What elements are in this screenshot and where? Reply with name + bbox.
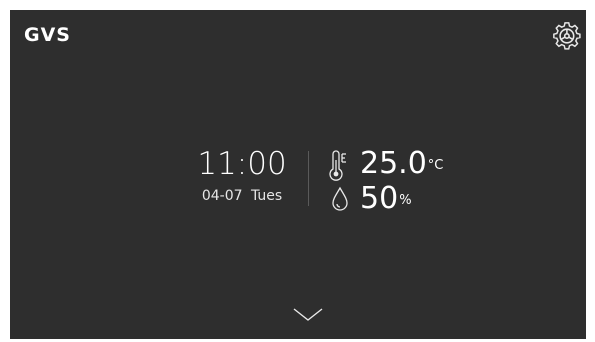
home-screen: GVS 11:00 04-07 Tues 25.0°C 50% [10, 10, 586, 339]
humidity-reading: 50% [360, 181, 412, 217]
brand-logo: GVS [24, 24, 71, 46]
droplet-icon [332, 186, 348, 211]
gear-icon[interactable] [552, 21, 582, 51]
humidity-unit: % [399, 193, 412, 208]
clock-date: 04-07 Tues [201, 188, 283, 204]
temperature-reading: 25.0°C [360, 146, 443, 182]
temperature-unit: °C [427, 158, 444, 173]
humidity-value: 50 [360, 181, 399, 216]
thermometer-icon [329, 150, 346, 181]
clock-time: 11:00 [197, 146, 287, 182]
chevron-down-icon[interactable] [292, 304, 324, 324]
temperature-value: 25.0 [360, 146, 427, 181]
divider [308, 151, 309, 206]
